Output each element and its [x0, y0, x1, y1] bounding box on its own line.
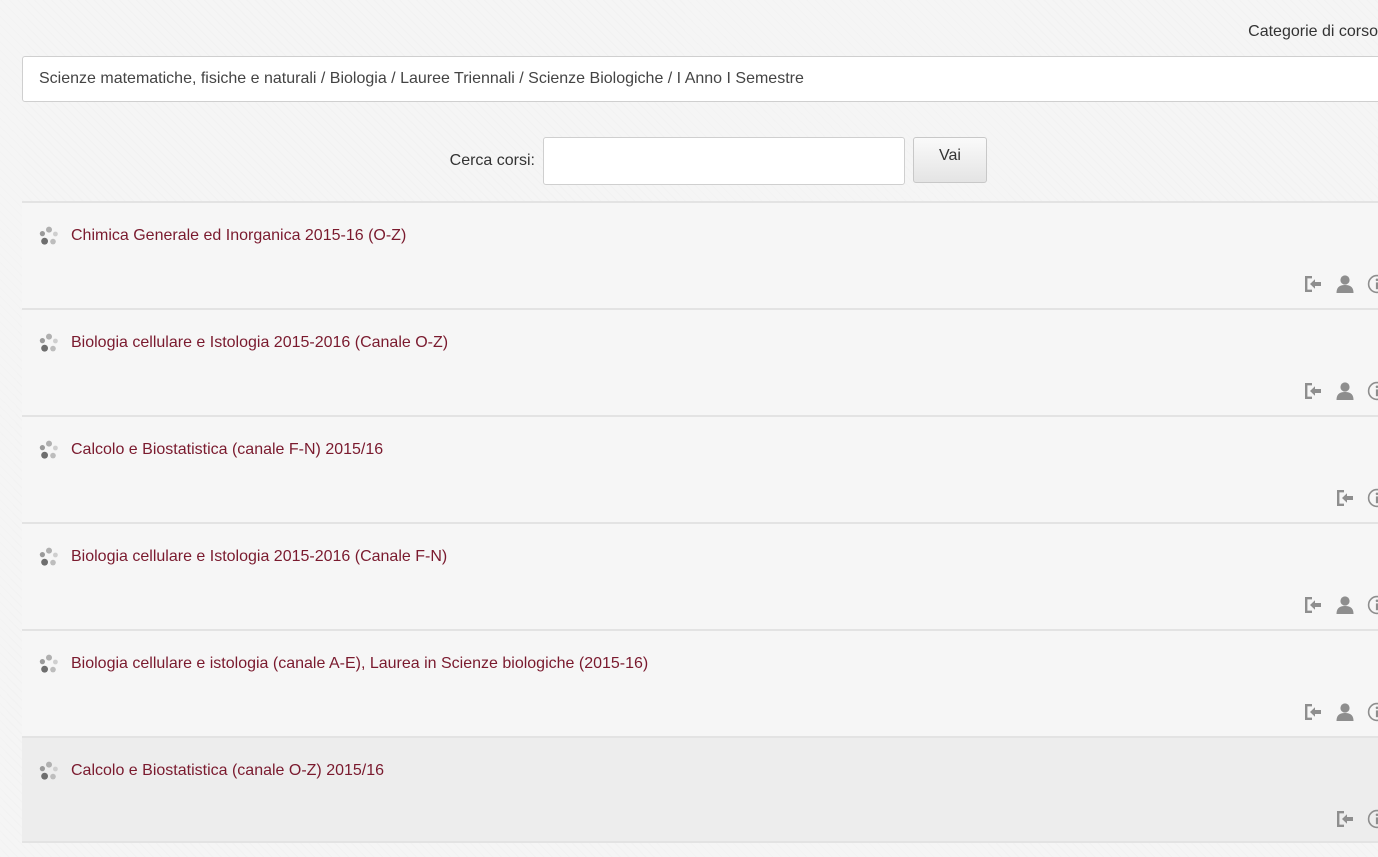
enrol-icon[interactable] [1302, 273, 1324, 295]
info-icon[interactable] [1366, 273, 1378, 295]
course-link[interactable]: Chimica Generale ed Inorganica 2015-16 (… [71, 227, 406, 245]
course-actions [1292, 380, 1378, 402]
course-link[interactable]: Calcolo e Biostatistica (canale F-N) 201… [71, 441, 383, 459]
course-icon [39, 654, 59, 674]
user-icon[interactable] [1334, 594, 1356, 616]
enrol-icon[interactable] [1334, 487, 1356, 509]
course-item: Chimica Generale ed Inorganica 2015-16 (… [22, 201, 1378, 308]
enrol-icon[interactable] [1302, 380, 1324, 402]
enrol-icon[interactable] [1334, 808, 1356, 830]
course-link[interactable]: Biologia cellulare e istologia (canale A… [71, 655, 648, 673]
course-icon [39, 226, 59, 246]
course-icon [39, 547, 59, 567]
user-icon[interactable] [1334, 701, 1356, 723]
search-label: Cerca corsi: [449, 152, 535, 169]
category-label: Categorie di corso [1248, 23, 1378, 40]
info-icon[interactable] [1366, 808, 1378, 830]
course-search: Cerca corsi: Vai [0, 137, 1378, 185]
course-list: Chimica Generale ed Inorganica 2015-16 (… [22, 201, 1378, 843]
info-icon[interactable] [1366, 487, 1378, 509]
category-select[interactable]: Scienze matematiche, fisiche e naturali … [22, 56, 1378, 102]
info-icon[interactable] [1366, 701, 1378, 723]
course-link[interactable]: Biologia cellulare e Istologia 2015-2016… [71, 548, 447, 566]
course-icon [39, 440, 59, 460]
course-actions [1292, 701, 1378, 723]
course-item: Biologia cellulare e Istologia 2015-2016… [22, 308, 1378, 415]
info-icon[interactable] [1366, 380, 1378, 402]
course-actions [1292, 273, 1378, 295]
enrol-icon[interactable] [1302, 594, 1324, 616]
course-item: Calcolo e Biostatistica (canale F-N) 201… [22, 415, 1378, 522]
course-actions [1324, 808, 1378, 830]
user-icon[interactable] [1334, 380, 1356, 402]
course-actions [1324, 487, 1378, 509]
course-actions [1292, 594, 1378, 616]
course-icon [39, 333, 59, 353]
search-input[interactable] [543, 137, 905, 185]
user-icon[interactable] [1334, 273, 1356, 295]
course-link[interactable]: Biologia cellulare e Istologia 2015-2016… [71, 334, 448, 352]
enrol-icon[interactable] [1302, 701, 1324, 723]
course-icon [39, 761, 59, 781]
course-item: Biologia cellulare e Istologia 2015-2016… [22, 522, 1378, 629]
info-icon[interactable] [1366, 594, 1378, 616]
course-link[interactable]: Calcolo e Biostatistica (canale O-Z) 201… [71, 762, 384, 780]
course-item: Biologia cellulare e istologia (canale A… [22, 629, 1378, 736]
search-button[interactable]: Vai [913, 137, 987, 183]
course-item: Calcolo e Biostatistica (canale O-Z) 201… [22, 736, 1378, 843]
